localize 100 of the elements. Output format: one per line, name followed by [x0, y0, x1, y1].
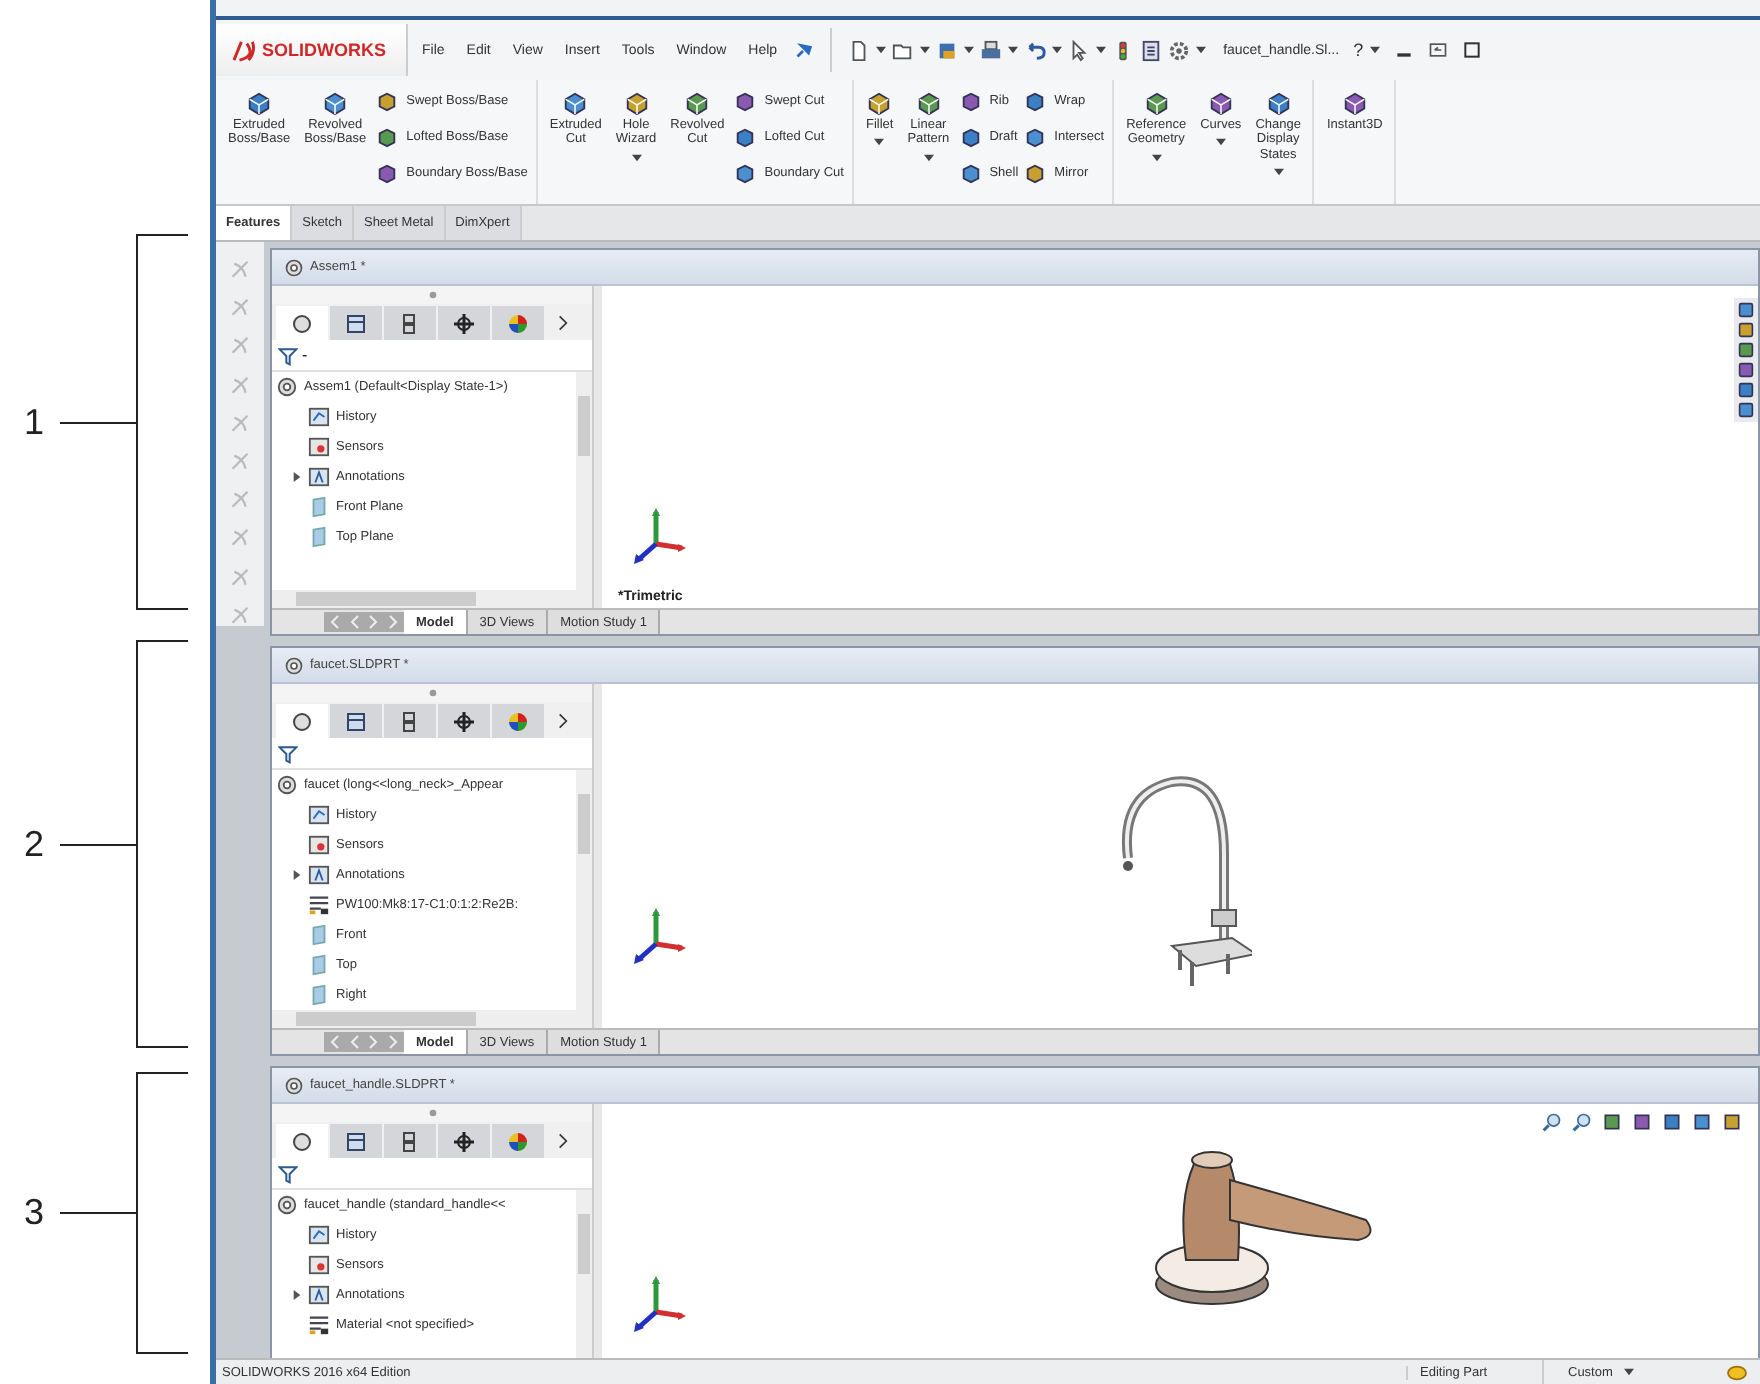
file-properties-icon[interactable] [1139, 39, 1162, 61]
feature-icon [246, 90, 273, 116]
expand-arrow-icon[interactable] [292, 470, 302, 484]
caret-icon[interactable] [874, 138, 885, 147]
save-icon[interactable] [935, 39, 958, 61]
annotations-icon [308, 466, 330, 488]
panel-tab[interactable] [438, 704, 490, 738]
part-icon [284, 257, 304, 277]
caret-icon[interactable] [1369, 46, 1380, 54]
feature-icon [959, 162, 982, 184]
caret-icon[interactable] [919, 46, 930, 54]
expand-arrow-icon[interactable] [292, 868, 302, 882]
axis-triad-drawing [630, 1272, 690, 1336]
panel-tab[interactable] [492, 704, 544, 738]
feature-icon [1024, 162, 1047, 184]
panel-tab[interactable] [438, 306, 490, 340]
zoom-icon[interactable] [1542, 1112, 1562, 1132]
print-icon[interactable] [979, 39, 1002, 61]
feature-icon [1024, 90, 1047, 112]
sensors-icon [308, 436, 330, 458]
tooltip-icon[interactable] [1726, 1363, 1748, 1381]
callout-number: 2 [21, 823, 44, 865]
scrollbar[interactable] [272, 590, 592, 608]
feature-icon [734, 126, 757, 148]
gear-icon[interactable] [1167, 39, 1190, 61]
feature-icon [1143, 90, 1170, 116]
caret-icon[interactable] [875, 46, 886, 54]
sensors-icon [308, 834, 330, 856]
expand-arrow-icon[interactable] [292, 1288, 302, 1302]
caret-icon[interactable] [1151, 153, 1162, 162]
caret-icon[interactable] [631, 153, 641, 162]
property-icon [344, 1129, 368, 1153]
axis-triad-drawing [630, 904, 690, 968]
plane-icon [308, 526, 330, 548]
feature-icon [1265, 90, 1292, 116]
scrollbar[interactable] [576, 1190, 592, 1358]
feature-icon [959, 126, 982, 148]
material-icon [308, 1314, 330, 1336]
panel-tab[interactable] [276, 1124, 328, 1158]
scrollbar[interactable] [576, 372, 592, 590]
maximize-icon[interactable] [1461, 40, 1482, 60]
crosshair-icon [452, 1129, 476, 1153]
axis-triad-drawing [630, 504, 690, 568]
panel-tab[interactable] [384, 306, 436, 340]
panel-tab[interactable] [276, 704, 328, 738]
zoom-icon[interactable] [1572, 1112, 1592, 1132]
grip-icon[interactable] [427, 290, 437, 300]
feature-icon [322, 90, 349, 116]
panel-tab[interactable] [330, 1124, 382, 1158]
feature-icon [959, 90, 982, 112]
panel-tab[interactable] [384, 1124, 436, 1158]
filter-icon[interactable] [278, 345, 298, 365]
open-folder-icon[interactable] [891, 39, 914, 61]
panel-tab[interactable] [492, 1124, 544, 1158]
feature-tree-icon [290, 709, 314, 733]
grip-icon[interactable] [427, 688, 437, 698]
scrollbar[interactable] [576, 770, 592, 1010]
history-icon [308, 804, 330, 826]
plane-icon [308, 954, 330, 976]
caret-icon[interactable] [1007, 46, 1018, 54]
sensors-icon [308, 1254, 330, 1276]
plane-icon [308, 984, 330, 1006]
filter-text: - [302, 346, 308, 364]
chevron-right-icon[interactable] [558, 712, 568, 730]
caret-icon [1624, 1368, 1635, 1376]
feature-icon [376, 90, 399, 112]
panel-tab[interactable] [276, 306, 328, 340]
panel-tab[interactable] [330, 306, 382, 340]
help-button[interactable]: ? [1353, 40, 1364, 60]
property-icon [344, 311, 368, 335]
filter-icon[interactable] [278, 1163, 298, 1183]
caret-icon[interactable] [1051, 46, 1062, 54]
grip-icon[interactable] [427, 1108, 437, 1118]
new-document-icon[interactable] [847, 39, 870, 61]
caret-icon[interactable] [1095, 46, 1106, 54]
pin-icon[interactable] [791, 39, 814, 61]
chevron-right-icon[interactable] [558, 314, 568, 332]
scrollbar[interactable] [272, 1010, 592, 1028]
caret-icon[interactable] [923, 153, 934, 162]
restore-icon[interactable] [1427, 40, 1448, 60]
caret-icon[interactable] [963, 46, 974, 54]
feature-icon [376, 162, 399, 184]
plane-icon [308, 496, 330, 518]
caret-icon[interactable] [1195, 46, 1206, 54]
caret-icon[interactable] [1215, 138, 1226, 147]
pointer-icon[interactable] [1067, 39, 1090, 61]
panel-tab[interactable] [492, 306, 544, 340]
chevron-right-icon[interactable] [558, 1132, 568, 1150]
undo-icon[interactable] [1023, 39, 1046, 61]
feature-icon [866, 90, 893, 116]
caret-icon[interactable] [1273, 168, 1284, 177]
panel-tab[interactable] [384, 704, 436, 738]
feature-icon [734, 90, 757, 112]
property-icon [344, 709, 368, 733]
filter-icon[interactable] [278, 743, 298, 763]
feature-tree-icon [290, 1129, 314, 1153]
panel-tab[interactable] [330, 704, 382, 738]
panel-tab[interactable] [438, 1124, 490, 1158]
crosshair-icon [452, 311, 476, 335]
history-icon [308, 1224, 330, 1246]
